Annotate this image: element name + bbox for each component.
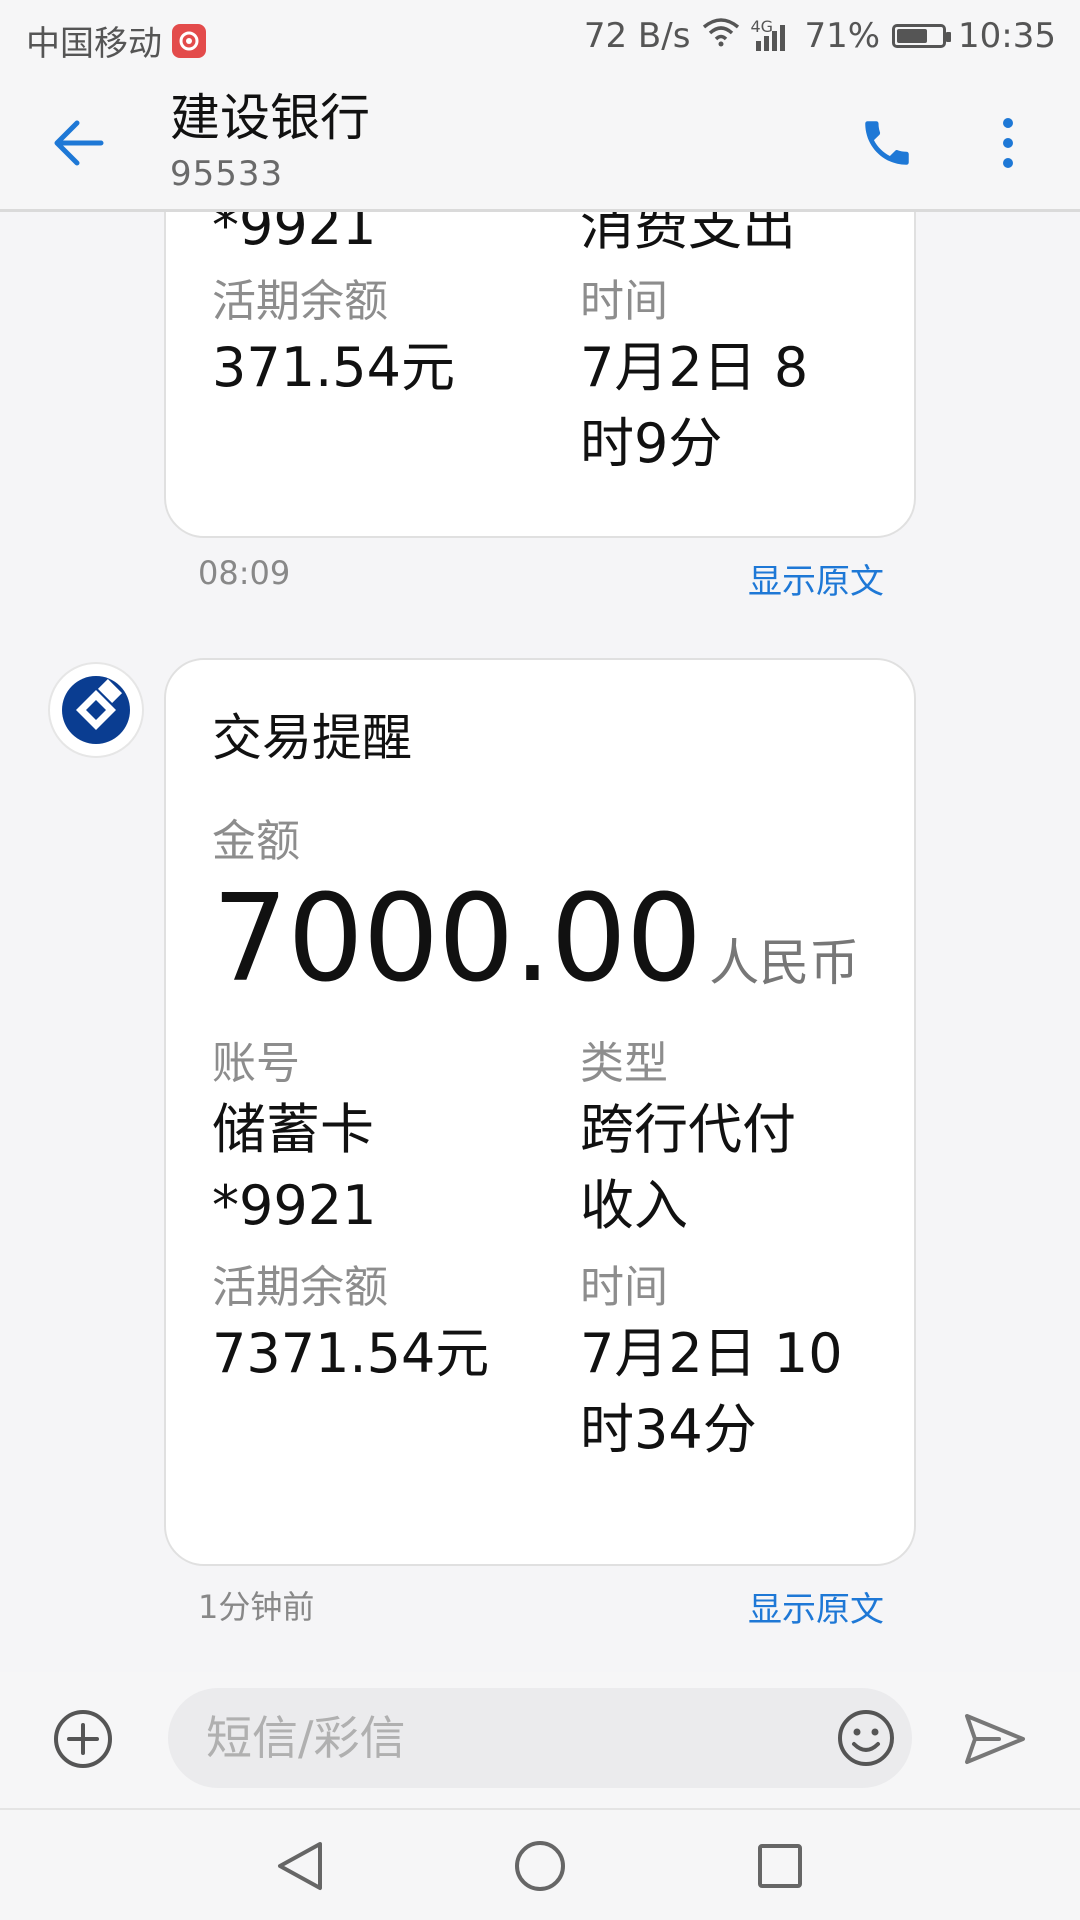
battery-percent: 71% (804, 16, 881, 56)
arrow-left-icon (54, 120, 104, 166)
nav-home-button[interactable] (508, 1834, 572, 1898)
contact-number: 95533 (170, 154, 284, 194)
account-type-row: 账号 储蓄卡 *9921 类型 跨行代付 收入 (212, 1036, 868, 1244)
phone-icon (865, 121, 909, 165)
smiley-icon (838, 1710, 894, 1766)
triangle-back-icon (278, 1842, 322, 1890)
card-partial-row: *9921 消费支出 (212, 212, 868, 264)
balance-field: 活期余额 371.54元 (212, 274, 580, 482)
amount-line: 7000.00 人民币 (212, 870, 868, 1010)
ccb-logo-icon (62, 676, 130, 744)
signal-icon: 4G (750, 17, 792, 51)
currency-label: 人民币 (709, 934, 860, 992)
conversation-header: 建设银行 95533 (0, 72, 1080, 212)
card-field-row: 活期余额 371.54元 时间 7月2日 8 时9分 (212, 274, 868, 482)
message-input[interactable] (204, 1710, 768, 1766)
message-input-wrap[interactable] (168, 1688, 912, 1788)
emoji-button[interactable] (836, 1708, 896, 1768)
type-field: 类型 跨行代付 收入 (580, 1036, 868, 1244)
plus-circle-icon (54, 1710, 112, 1768)
clock: 10:35 (958, 16, 1056, 56)
type-value-partial: 消费支出 (580, 212, 796, 257)
contact-info: 建设银行 95533 (170, 86, 370, 196)
message-timestamp: 1分钟前 (198, 1588, 315, 1626)
network-type: 4G (750, 17, 774, 36)
send-button[interactable] (960, 1706, 1030, 1772)
more-vertical-icon (1003, 118, 1013, 168)
circle-home-icon (515, 1841, 565, 1891)
battery-fill (897, 29, 928, 43)
balance-value: 7371.54元 (212, 1322, 490, 1385)
contact-name: 建设银行 (170, 89, 370, 147)
time-value-line1: 7月2日 8 (580, 336, 809, 399)
network-speed: 72 B/s (583, 16, 691, 56)
show-original-link[interactable]: 显示原文 (748, 1582, 884, 1631)
type-value-line1: 跨行代付 (580, 1098, 796, 1161)
card-title: 交易提醒 (212, 709, 412, 767)
balance-time-row: 活期余额 7371.54元 时间 7月2日 10 时34分 (212, 1260, 868, 1468)
time-label: 时间 (580, 1262, 668, 1313)
balance-value: 371.54元 (212, 336, 455, 399)
account-field: 账号 储蓄卡 *9921 (212, 1036, 580, 1244)
message-card[interactable]: *9921 消费支出 活期余额 371.54元 时间 7月2日 8 时9分 (164, 212, 916, 538)
time-field: 时间 7月2日 8 时9分 (580, 274, 868, 482)
time-value-line1: 7月2日 10 (580, 1322, 843, 1385)
status-left: 中国移动 (26, 16, 206, 65)
back-button[interactable] (46, 110, 112, 176)
message-meta: 08:09 显示原文 (198, 554, 884, 603)
account-value-line2: *9921 (212, 1174, 377, 1237)
show-original-link[interactable]: 显示原文 (748, 554, 884, 603)
message-timestamp: 08:09 (198, 554, 291, 592)
system-nav-bar (0, 1808, 1080, 1920)
carrier-badge-icon (172, 23, 206, 58)
nav-back-button[interactable] (268, 1834, 332, 1898)
account-label: 账号 (212, 1038, 300, 1089)
message-card[interactable]: 交易提醒 金额 7000.00 人民币 账号 储蓄卡 *9921 类型 跨行代付… (164, 658, 916, 1566)
type-value-line2: 收入 (580, 1174, 688, 1237)
amount-value: 7000.00 (212, 870, 702, 1009)
battery-icon (892, 24, 952, 48)
nav-recent-button[interactable] (748, 1834, 812, 1898)
message-meta: 1分钟前 显示原文 (198, 1582, 884, 1631)
message-list[interactable]: *9921 消费支出 活期余额 371.54元 时间 7月2日 8 时9分 08… (0, 212, 1080, 1672)
carrier-name: 中国移动 (26, 24, 162, 64)
status-bar: 中国移动 72 B/s 4G 71% 10:35 (0, 0, 1080, 72)
wifi-icon (702, 16, 740, 56)
status-right: 72 B/s 4G 71% 10:35 (584, 16, 1056, 56)
balance-label: 活期余额 (212, 1262, 388, 1313)
account-value-line1: 储蓄卡 (212, 1098, 374, 1161)
account-number-partial: *9921 (212, 212, 377, 257)
bank-avatar[interactable] (48, 662, 144, 758)
more-options-button[interactable] (988, 110, 1028, 176)
send-icon (965, 1714, 1025, 1764)
call-button[interactable] (854, 110, 920, 176)
compose-bar (0, 1672, 1080, 1808)
time-value-line2: 时9分 (580, 412, 723, 475)
square-recent-icon (758, 1844, 802, 1888)
time-field: 时间 7月2日 10 时34分 (580, 1260, 868, 1468)
time-value-line2: 时34分 (580, 1398, 757, 1461)
balance-field: 活期余额 7371.54元 (212, 1260, 580, 1468)
add-attachment-button[interactable] (50, 1706, 116, 1772)
balance-label: 活期余额 (212, 276, 388, 327)
amount-label: 金额 (212, 816, 300, 867)
time-label: 时间 (580, 276, 668, 327)
type-label: 类型 (580, 1038, 668, 1089)
